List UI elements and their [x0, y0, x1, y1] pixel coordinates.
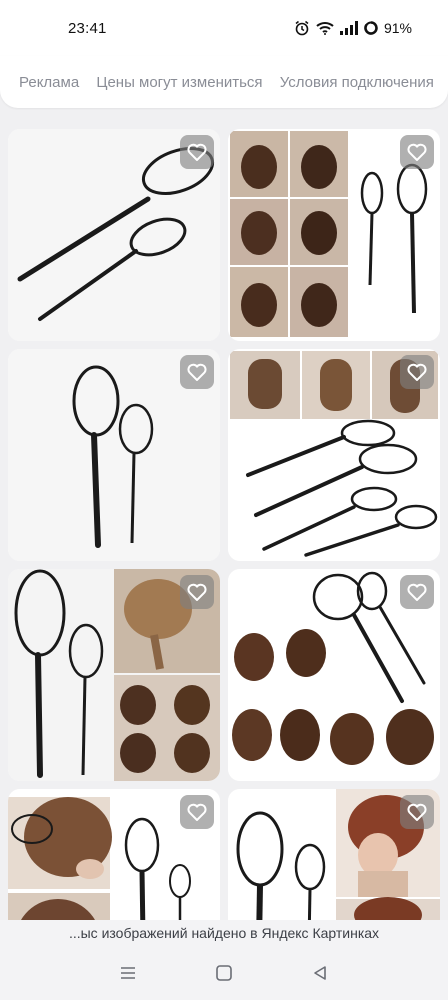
- alarm-icon: [295, 20, 309, 36]
- favorite-button[interactable]: [180, 575, 214, 609]
- favorite-button[interactable]: [400, 355, 434, 389]
- ad-chips-bar: Реклама Цены могут измениться Условия по…: [0, 56, 448, 108]
- wifi-icon: [316, 22, 334, 35]
- status-icons: 91%: [294, 20, 412, 36]
- chip-terms[interactable]: Условия подключения: [280, 74, 434, 91]
- favorite-button[interactable]: [180, 795, 214, 829]
- image-card[interactable]: [8, 349, 220, 561]
- system-nav-bar: [0, 946, 448, 1000]
- heart-icon: [187, 803, 207, 821]
- battery-icon: [364, 21, 378, 35]
- chip-prices[interactable]: Цены могут измениться: [96, 74, 262, 91]
- status-bar: 23:41 91%: [0, 0, 448, 56]
- image-card[interactable]: [228, 349, 440, 561]
- image-card[interactable]: [228, 129, 440, 341]
- heart-icon: [407, 583, 427, 601]
- image-card[interactable]: [228, 789, 440, 920]
- favorite-button[interactable]: [400, 135, 434, 169]
- home-icon[interactable]: [215, 964, 233, 982]
- results-found-text: ...ыс изображений найдено в Яндекс Карти…: [0, 920, 448, 946]
- image-card[interactable]: [8, 129, 220, 341]
- favorite-button[interactable]: [180, 355, 214, 389]
- chips-row: Реклама Цены могут измениться Условия по…: [19, 74, 447, 91]
- heart-icon: [407, 363, 427, 381]
- menu-icon[interactable]: [119, 965, 137, 981]
- image-card[interactable]: [8, 789, 220, 920]
- image-grid: [0, 108, 448, 920]
- heart-icon: [187, 143, 207, 161]
- image-card[interactable]: [228, 569, 440, 781]
- chip-ad[interactable]: Реклама: [19, 74, 79, 91]
- favorite-button[interactable]: [400, 575, 434, 609]
- image-card[interactable]: [8, 569, 220, 781]
- favorite-button[interactable]: [180, 135, 214, 169]
- favorite-button[interactable]: [400, 795, 434, 829]
- heart-icon: [407, 803, 427, 821]
- signal-icon: [339, 21, 358, 35]
- heart-icon: [187, 363, 207, 381]
- status-time: 23:41: [68, 19, 107, 37]
- heart-icon: [187, 583, 207, 601]
- back-icon[interactable]: [311, 964, 329, 982]
- heart-icon: [407, 143, 427, 161]
- battery-level: 91%: [383, 20, 412, 36]
